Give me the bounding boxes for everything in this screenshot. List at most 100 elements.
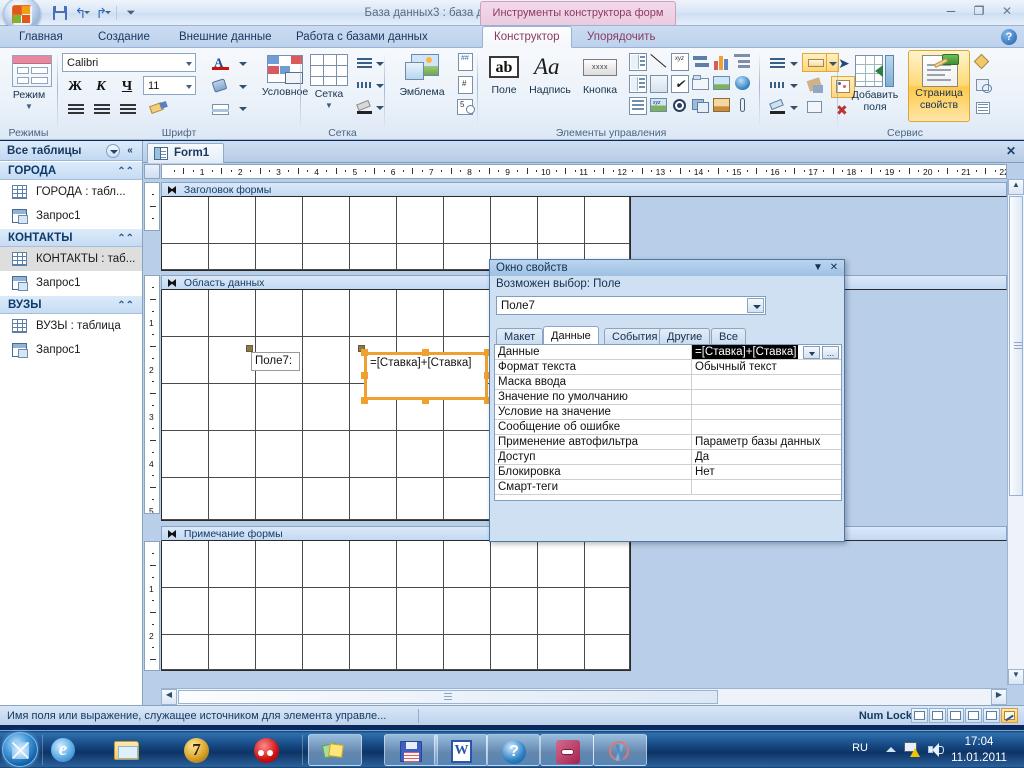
date-time-button[interactable]: 5 — [455, 98, 477, 120]
bound-object-frame-icon[interactable] — [650, 75, 668, 93]
line-thickness-button[interactable] — [353, 53, 375, 72]
ptab-all[interactable]: Все — [711, 328, 746, 344]
chevron-up-icon[interactable]: ⌃⌃ — [117, 229, 134, 248]
property-value[interactable] — [692, 375, 841, 389]
resize-handle-sw[interactable] — [361, 397, 368, 404]
property-sheet-button[interactable]: Страница свойств — [908, 50, 970, 122]
font-name-chevron-down-icon[interactable] — [186, 62, 192, 66]
font-size-chevron-down-icon[interactable] — [186, 85, 192, 89]
property-row[interactable]: Доступ Да — [495, 450, 841, 465]
set-control-defaults-button[interactable] — [802, 97, 828, 117]
property-row[interactable]: Условие на значение — [495, 405, 841, 420]
align-right-button[interactable] — [115, 99, 139, 118]
label-control-button[interactable]: Aa Надпись — [525, 52, 575, 96]
network-icon[interactable] — [904, 742, 920, 757]
tab-control-icon[interactable] — [692, 75, 710, 93]
nav-group-vuzy[interactable]: ВУЗЫ ⌃⌃ — [0, 295, 142, 314]
show-hidden-icons-arrow[interactable] — [886, 747, 896, 752]
minimize-button[interactable]: ─ — [938, 2, 964, 21]
close-button[interactable]: ✕ — [994, 2, 1020, 21]
label-move-handle[interactable] — [246, 345, 253, 352]
gridlines-dropdown-icon[interactable]: ▼ — [305, 101, 353, 110]
bold-button[interactable]: Ж — [63, 76, 87, 96]
property-sheet-close-icon[interactable]: ✕ — [826, 260, 842, 276]
align-left-button[interactable] — [63, 99, 87, 118]
combobox-control-icon[interactable] — [629, 53, 647, 71]
toggle-button-icon[interactable] — [692, 97, 710, 115]
nav-item-kontakty-table[interactable]: КОНТАКТЫ : таб... — [0, 247, 142, 271]
line-style-dropdown[interactable] — [374, 75, 384, 94]
property-row[interactable]: Блокировка Нет — [495, 465, 841, 480]
form-label-pole7[interactable]: Поле7: — [251, 352, 300, 371]
unbound-object-icon[interactable]: xyz — [671, 53, 689, 71]
control-wizards-button[interactable] — [802, 75, 828, 95]
line-style-button[interactable] — [353, 75, 375, 94]
expression-builder-button[interactable]: ... — [822, 346, 839, 359]
ptab-data[interactable]: Данные — [543, 326, 599, 344]
control-thickness-dropdown[interactable] — [788, 53, 799, 72]
chart-control-icon[interactable] — [713, 53, 731, 71]
document-tab-form1[interactable]: Form1 — [147, 143, 225, 163]
scroll-up-arrow[interactable]: ▲ — [1008, 179, 1024, 195]
property-sheet-title-bar[interactable]: Окно свойств ▼ ✕ — [490, 260, 844, 276]
nav-item-goroda-query[interactable]: Запрос1 — [0, 204, 142, 228]
close-document-icon[interactable]: ✕ — [1004, 144, 1018, 158]
property-row[interactable]: Формат текста Обычный текст — [495, 360, 841, 375]
property-row[interactable]: Сообщение об ошибке — [495, 420, 841, 435]
fill-color-button[interactable] — [206, 76, 234, 96]
control-line-style-button[interactable] — [765, 75, 789, 94]
nav-item-goroda-table[interactable]: ГОРОДА : табл... — [0, 180, 142, 204]
property-list[interactable]: Данные =[Ставка]+[Ставка] ... Формат тек… — [494, 344, 842, 501]
form-textbox-expression[interactable]: =[Ставка]+[Ставка] — [364, 352, 488, 400]
property-value[interactable]: Да — [692, 450, 841, 464]
redo-icon[interactable]: ↱ — [92, 3, 112, 23]
tab-home[interactable]: Главная — [8, 26, 74, 48]
navigation-dropdown-icon[interactable] — [106, 144, 120, 158]
view-button-pivotchart[interactable] — [965, 708, 982, 723]
line-thickness-dropdown[interactable] — [374, 53, 384, 72]
view-button-datasheet[interactable] — [929, 708, 946, 723]
property-row[interactable]: Маска ввода — [495, 375, 841, 390]
option-group-icon[interactable] — [629, 97, 647, 115]
view-dropdown-icon[interactable]: ▼ — [3, 102, 55, 111]
image-control-icon[interactable] — [713, 75, 731, 93]
checkbox-control-icon[interactable]: ✔ — [671, 75, 689, 93]
chevron-up-icon[interactable]: ⌃⌃ — [117, 296, 134, 315]
align-center-button[interactable] — [89, 99, 113, 118]
line-color-dropdown[interactable] — [374, 97, 384, 117]
collapse-pane-icon[interactable]: « — [123, 144, 137, 158]
resize-handle-w[interactable] — [361, 372, 368, 379]
resize-handle-n[interactable] — [422, 349, 429, 356]
special-effect-button[interactable] — [802, 53, 828, 72]
start-button[interactable] — [2, 732, 38, 767]
resize-handle-s[interactable] — [422, 397, 429, 404]
property-value[interactable]: Параметр базы данных — [692, 435, 841, 449]
restore-button[interactable]: ❐ — [966, 2, 992, 21]
selected-object-chevron-down-icon[interactable] — [747, 298, 764, 313]
office-button[interactable] — [3, 0, 41, 31]
property-value[interactable] — [692, 480, 841, 494]
property-row[interactable]: Смарт-теги — [495, 480, 841, 495]
alternate-fill-button[interactable] — [206, 99, 234, 118]
save-icon[interactable] — [50, 3, 70, 23]
property-sheet-collapse-icon[interactable]: ▼ — [810, 260, 826, 276]
control-style-dropdown[interactable] — [788, 75, 799, 94]
vertical-scrollbar[interactable]: ▲ ▼ — [1007, 179, 1024, 685]
insert-page-break-button[interactable]: # — [455, 75, 477, 97]
property-value[interactable]: Обычный текст — [692, 360, 841, 374]
quicklaunch-red-ball[interactable] — [250, 735, 280, 765]
control-color-dropdown[interactable] — [788, 97, 799, 117]
listbox-control-icon[interactable] — [629, 75, 647, 93]
navigation-control-icon[interactable]: xyz — [650, 97, 668, 115]
horizontal-scroll-thumb[interactable] — [178, 690, 718, 704]
font-color-dropdown[interactable] — [234, 53, 248, 73]
nav-item-vuzy-table[interactable]: ВУЗЫ : таблица — [0, 314, 142, 338]
horizontal-scrollbar[interactable]: ◀ ▶ — [161, 688, 1007, 705]
customize-qat-icon[interactable]: ⏷ — [121, 3, 141, 23]
property-dropdown-icon[interactable] — [803, 346, 820, 359]
nav-item-vuzy-query[interactable]: Запрос1 — [0, 338, 142, 362]
page-number-button[interactable]: ## — [455, 52, 477, 74]
tab-arrange[interactable]: Упорядочить — [576, 26, 666, 48]
italic-button[interactable]: К — [89, 76, 113, 96]
tab-database-tools[interactable]: Работа с базами данных — [285, 26, 439, 48]
